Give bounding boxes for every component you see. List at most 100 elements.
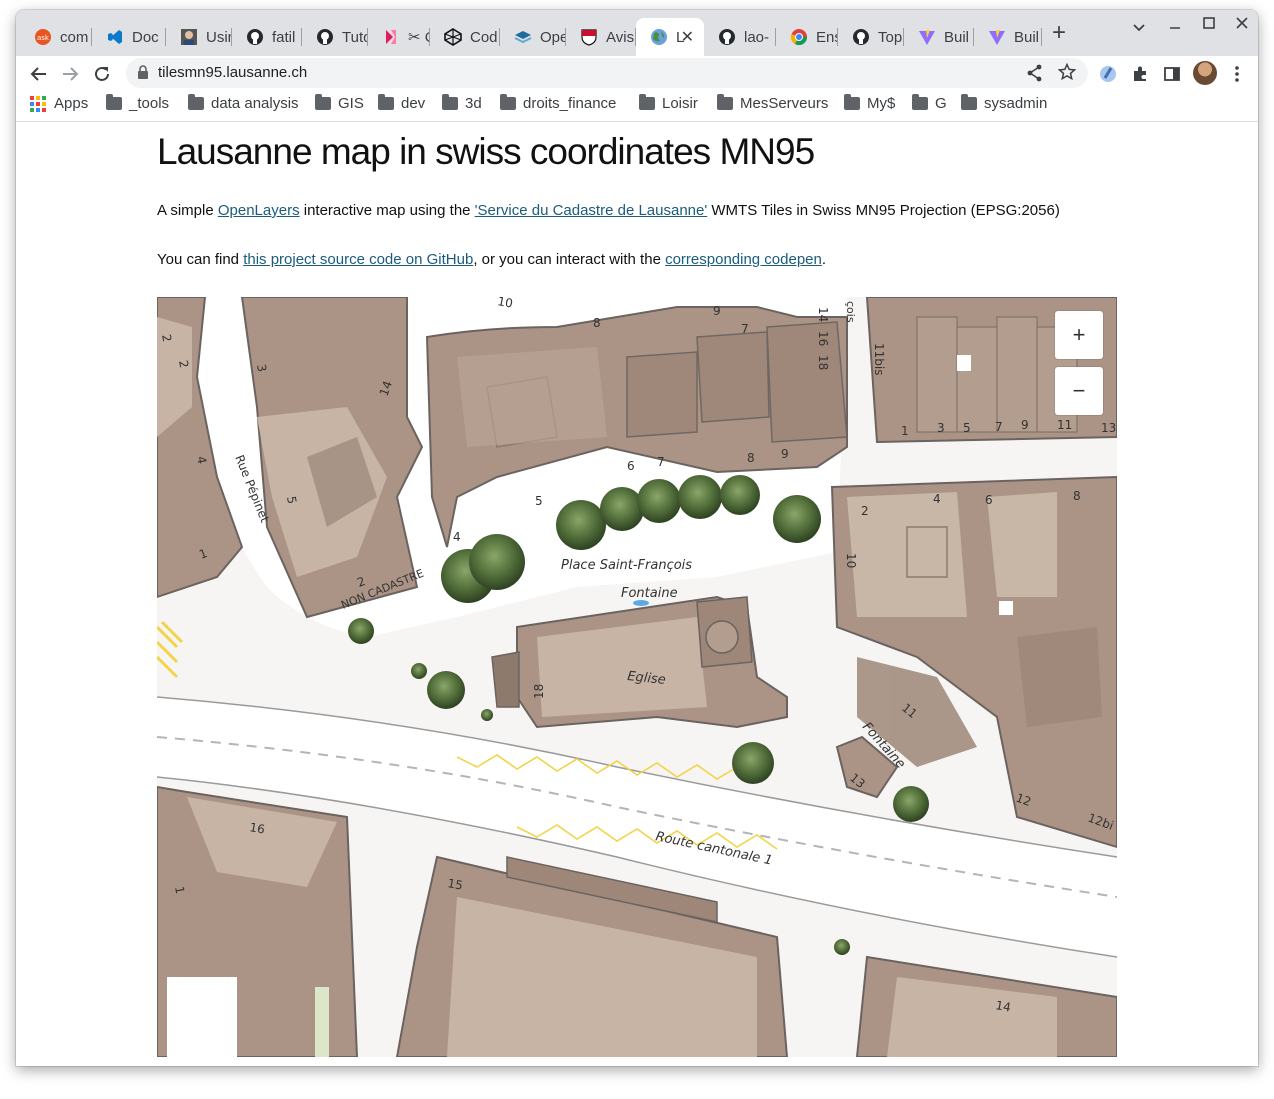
svg-text:2: 2 xyxy=(861,504,869,518)
bookmark-loisir[interactable]: Loisir xyxy=(639,94,698,112)
intro-text: A simple xyxy=(157,202,218,219)
vite-icon xyxy=(918,28,936,46)
tab-build-1[interactable]: Buil xyxy=(904,18,974,56)
svg-text:8: 8 xyxy=(747,451,755,465)
svg-text:4: 4 xyxy=(453,530,461,544)
bookmark-3d[interactable]: 3d xyxy=(442,94,482,112)
folder-icon xyxy=(378,94,394,110)
tab-top[interactable]: Top xyxy=(838,18,904,56)
svg-text:5: 5 xyxy=(535,494,543,508)
tab-label: Cod xyxy=(470,28,498,46)
folder-icon xyxy=(442,94,458,110)
folder-icon xyxy=(315,94,331,110)
tab-tuto[interactable]: Tuto xyxy=(302,18,368,56)
zoom-out-button[interactable]: − xyxy=(1055,367,1103,415)
tab-label: Buil xyxy=(944,28,970,46)
side-panel-icon[interactable] xyxy=(1159,61,1185,87)
tab-avis[interactable]: Avis xyxy=(566,18,636,56)
intro-text: interactive map using the xyxy=(299,202,475,219)
tab-codepen[interactable]: Cod xyxy=(430,18,500,56)
svg-text:11bis: 11bis xyxy=(872,343,886,375)
bookmark-label: sysadmin xyxy=(984,95,1048,112)
svg-text:4: 4 xyxy=(933,492,941,506)
svg-text:5: 5 xyxy=(963,421,971,435)
bookmark-g[interactable]: G xyxy=(912,94,947,112)
tab-using[interactable]: Usin xyxy=(166,18,232,56)
bookmark-mys[interactable]: My$ xyxy=(844,94,895,112)
tab-label: Ens xyxy=(816,28,838,46)
bookmark-tools[interactable]: _tools xyxy=(106,94,170,112)
map-canvas[interactable]: Place Saint-François Fontaine Eglise Fon… xyxy=(157,297,1117,1057)
new-tab-button[interactable]: + xyxy=(1052,21,1066,45)
address-bar[interactable]: tilesmn95.lausanne.ch xyxy=(126,58,1088,88)
minimize-icon[interactable] xyxy=(1168,18,1182,37)
back-icon[interactable] xyxy=(26,61,52,87)
tab-docs[interactable]: Doc xyxy=(92,18,166,56)
menu-icon[interactable] xyxy=(1224,61,1250,87)
openlayers-link[interactable]: OpenLayers xyxy=(218,202,300,219)
maximize-icon[interactable] xyxy=(1202,16,1216,35)
bookmark-dev[interactable]: dev xyxy=(378,94,425,112)
folder-icon xyxy=(717,94,733,110)
lock-icon[interactable] xyxy=(137,65,149,85)
extension-opera-icon[interactable] xyxy=(1095,61,1121,87)
close-window-icon[interactable] xyxy=(1235,16,1249,35)
svg-text:7: 7 xyxy=(995,420,1003,434)
svg-text:1: 1 xyxy=(901,424,909,438)
tab-lausanne-map[interactable]: L ✕ xyxy=(636,18,704,56)
bookmark-apps[interactable]: Apps xyxy=(30,95,88,112)
tab-askubuntu[interactable]: ask com xyxy=(20,18,92,56)
forward-icon[interactable] xyxy=(57,61,83,87)
tab-fatil[interactable]: fatil xyxy=(232,18,302,56)
openlayers-icon xyxy=(514,28,532,46)
page-content: Lausanne map in swiss coordinates MN95 A… xyxy=(16,123,1258,1066)
github-icon xyxy=(718,28,736,46)
cadastre-link[interactable]: 'Service du Cadastre de Lausanne' xyxy=(475,202,708,219)
tab-build-2[interactable]: Buil xyxy=(974,18,1042,56)
reload-icon[interactable] xyxy=(89,61,115,87)
zoom-in-button[interactable]: + xyxy=(1055,311,1103,359)
folder-icon xyxy=(106,94,122,110)
bookmark-label: droits_finance xyxy=(523,95,617,112)
profile-avatar[interactable] xyxy=(1193,61,1217,85)
svg-text:14: 14 xyxy=(994,998,1011,1014)
svg-text:11: 11 xyxy=(1057,418,1072,432)
bookmark-star-icon[interactable] xyxy=(1057,62,1077,86)
codepen-link[interactable]: corresponding codepen xyxy=(665,251,822,268)
tab-strip: ask com Doc Usin fatil Tuto ✂ Co Cod xyxy=(16,10,1258,56)
tab-kanban[interactable]: ✂ Co xyxy=(368,18,430,56)
source-text: You can find xyxy=(157,251,244,268)
tab-search-icon[interactable] xyxy=(1132,20,1146,39)
globe-icon xyxy=(650,28,668,46)
tab-label: ✂ Co xyxy=(408,29,430,46)
source-paragraph: You can find this project source code on… xyxy=(157,251,826,268)
folder-icon xyxy=(500,94,516,110)
map-label-cois: çois xyxy=(844,301,857,323)
share-icon[interactable] xyxy=(1027,64,1043,87)
extensions-icon[interactable] xyxy=(1127,61,1153,87)
bookmark-label: _tools xyxy=(129,95,170,112)
github-icon xyxy=(852,28,870,46)
tab-label: Doc xyxy=(132,28,159,46)
tab-lao[interactable]: lao- xyxy=(704,18,776,56)
folder-icon xyxy=(639,94,655,110)
bookmark-sysadmin[interactable]: sysadmin xyxy=(961,94,1048,112)
bookmark-droits-finance[interactable]: droits_finance xyxy=(500,94,617,112)
close-tab-icon[interactable]: ✕ xyxy=(681,27,694,47)
tab-openlayers[interactable]: Ope xyxy=(500,18,566,56)
svg-text:16: 16 xyxy=(248,820,265,836)
bookmark-messerveurs[interactable]: MesServeurs xyxy=(717,94,828,112)
svg-text:14: 14 xyxy=(816,307,830,322)
tab-ens[interactable]: Ens xyxy=(776,18,838,56)
bookmark-data-analysis[interactable]: data analysis xyxy=(188,94,299,112)
tab-label: lao- xyxy=(744,28,770,46)
tab-label: Top xyxy=(878,28,903,46)
map-viewport[interactable]: Place Saint-François Fontaine Eglise Fon… xyxy=(157,297,1117,1057)
bookmarks-bar: Apps _tools data analysis GIS dev 3d dro… xyxy=(16,92,1258,122)
map-label-fontaine: Fontaine xyxy=(621,586,678,601)
svg-text:7: 7 xyxy=(741,322,749,336)
toolbar: tilesmn95.lausanne.ch xyxy=(16,56,1258,92)
bookmark-gis[interactable]: GIS xyxy=(315,94,364,112)
github-source-link[interactable]: this project source code on GitHub xyxy=(243,251,473,268)
svg-text:ask: ask xyxy=(37,34,50,42)
